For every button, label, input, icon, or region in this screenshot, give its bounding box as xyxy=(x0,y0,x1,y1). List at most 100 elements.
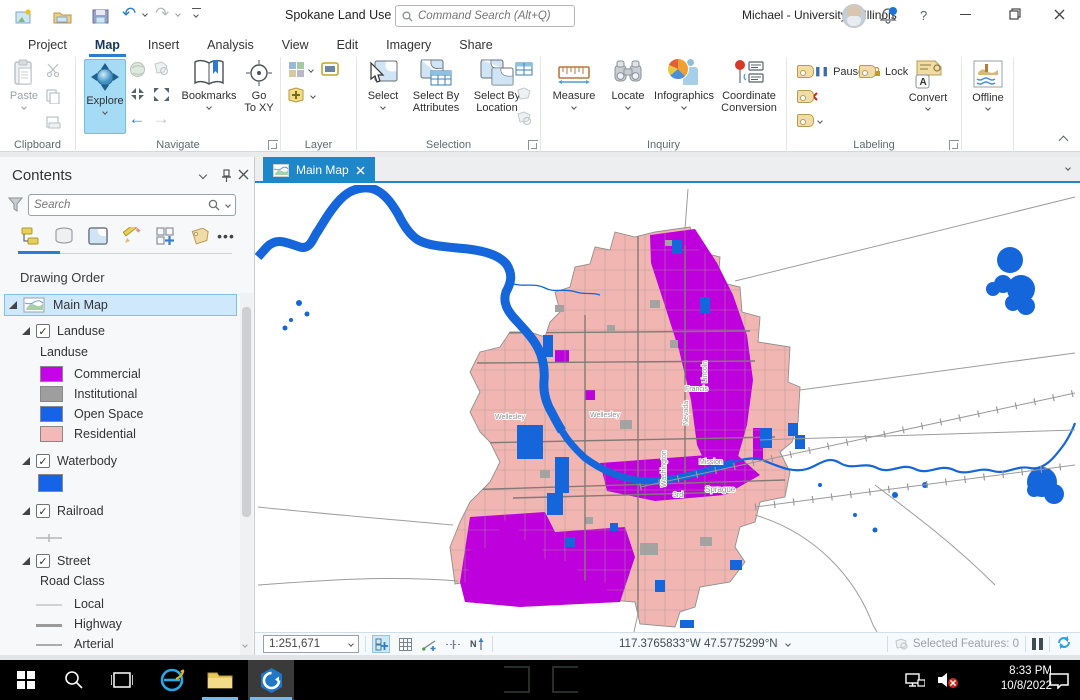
convert-labels-button[interactable]: A Convert xyxy=(903,59,953,110)
selection-launcher[interactable] xyxy=(528,140,538,150)
close-tab-icon[interactable] xyxy=(356,166,365,175)
infographics-button[interactable]: Infographics xyxy=(653,59,715,109)
full-extent-icon[interactable] xyxy=(128,61,146,77)
lock-labeling-button[interactable]: Lock xyxy=(859,65,908,78)
constraints-icon[interactable] xyxy=(420,635,438,653)
customize-qat-chevron[interactable] xyxy=(193,12,199,18)
tab-share[interactable]: Share xyxy=(445,34,506,57)
selection-zoom-icon[interactable] xyxy=(515,110,533,126)
copy-icon[interactable] xyxy=(44,88,62,104)
notifications-bell-icon[interactable] xyxy=(880,7,898,27)
map-view-tab[interactable]: Main Map xyxy=(263,157,375,183)
action-center-icon[interactable] xyxy=(1042,660,1076,700)
coordinate-conversion-button[interactable]: Coordinate Conversion xyxy=(717,59,781,114)
railroad-checkbox[interactable]: ✓ xyxy=(36,504,50,518)
close-button[interactable] xyxy=(1044,2,1074,26)
grid-icon[interactable] xyxy=(396,635,414,653)
contents-scrollbar-thumb[interactable] xyxy=(242,307,251,517)
file-explorer-icon[interactable] xyxy=(198,660,242,700)
command-search-input[interactable] xyxy=(418,10,558,22)
measure-button[interactable]: Measure xyxy=(547,59,601,109)
list-by-snapping-icon[interactable] xyxy=(154,225,178,247)
commercial-swatch[interactable] xyxy=(40,366,63,382)
redo-button[interactable]: ↷ xyxy=(155,5,169,23)
next-extent-icon[interactable]: → xyxy=(152,111,170,127)
tab-list-chevron-icon[interactable] xyxy=(1065,165,1071,171)
previous-extent-icon[interactable]: ← xyxy=(128,111,146,127)
volume-muted-icon[interactable] xyxy=(932,660,964,700)
new-project-icon[interactable] xyxy=(14,6,34,26)
zoom-to-selection-icon[interactable] xyxy=(152,61,170,77)
add-preset-icon[interactable] xyxy=(321,61,339,77)
tab-map[interactable]: Map xyxy=(81,34,134,57)
labeling-launcher[interactable] xyxy=(949,140,959,150)
tree-item-main-map[interactable]: Main Map xyxy=(4,294,237,316)
bookmarks-button[interactable]: Bookmarks xyxy=(178,59,240,109)
local-symbol[interactable] xyxy=(36,604,62,606)
waterbody-checkbox[interactable]: ✓ xyxy=(36,454,50,468)
institutional-swatch[interactable] xyxy=(40,386,63,402)
fixed-zoom-in-icon[interactable] xyxy=(128,86,146,102)
copy-path-icon[interactable] xyxy=(44,114,62,130)
basemap-icon[interactable] xyxy=(287,61,305,77)
increments-icon[interactable] xyxy=(444,635,462,653)
arcgis-pro-taskbar-active[interactable] xyxy=(248,660,294,700)
contents-search[interactable] xyxy=(28,194,236,216)
customize-qat-icon[interactable] xyxy=(192,8,201,9)
account-name[interactable]: Michael - University of Illinois xyxy=(742,8,897,22)
highway-symbol[interactable] xyxy=(36,624,62,627)
list-by-visibility-icon[interactable] xyxy=(86,225,110,247)
navigate-launcher[interactable] xyxy=(268,140,278,150)
tab-edit[interactable]: Edit xyxy=(323,34,373,57)
list-by-drawing-order-icon[interactable] xyxy=(18,225,42,247)
go-to-xy-button[interactable]: Go To XY xyxy=(242,59,276,114)
refresh-icon[interactable] xyxy=(1056,635,1072,653)
scale-combo[interactable]: 1:251,671 xyxy=(263,635,359,653)
paste-button[interactable]: Paste xyxy=(6,59,42,109)
explore-button[interactable]: Explore xyxy=(84,59,126,134)
fixed-zoom-out-icon[interactable] xyxy=(152,86,170,102)
contents-more-icon[interactable]: ••• xyxy=(214,225,238,247)
add-data-dropdown-icon[interactable] xyxy=(310,93,316,99)
snapping-icon[interactable] xyxy=(372,635,390,653)
pause-labeling-button[interactable]: ❚❚ Pause xyxy=(797,65,864,78)
clear-selection-icon[interactable] xyxy=(515,86,533,102)
start-button[interactable] xyxy=(4,660,48,700)
tab-project[interactable]: Project xyxy=(14,34,81,57)
task-view-icon[interactable] xyxy=(100,660,144,700)
redo-dropdown-icon[interactable] xyxy=(175,11,181,17)
tree-item-waterbody[interactable]: ✓ Waterbody xyxy=(4,450,237,472)
select-by-attributes-button[interactable]: Select By Attributes xyxy=(405,59,467,114)
minimize-button[interactable] xyxy=(950,2,980,26)
tree-item-landuse[interactable]: ✓ Landuse xyxy=(4,320,237,342)
waterbody-swatch[interactable] xyxy=(38,474,63,492)
cut-icon[interactable] xyxy=(44,62,62,78)
tree-item-street[interactable]: ✓ Street xyxy=(4,550,237,572)
filter-icon[interactable] xyxy=(8,197,23,215)
more-labeling-button[interactable] xyxy=(797,114,822,127)
save-project-icon[interactable] xyxy=(90,6,110,26)
pin-icon[interactable] xyxy=(220,169,232,185)
locate-button[interactable]: Locate xyxy=(605,59,651,109)
help-button[interactable]: ? xyxy=(920,8,927,23)
railroad-symbol[interactable] xyxy=(36,531,62,545)
undo-button[interactable]: ↶ xyxy=(122,5,136,23)
residential-swatch[interactable] xyxy=(40,426,63,442)
coordinates-readout[interactable]: 117.3765833°W 47.5775299°N xyxy=(619,638,790,650)
landuse-checkbox[interactable]: ✓ xyxy=(36,324,50,338)
tab-imagery[interactable]: Imagery xyxy=(372,34,445,57)
add-data-icon[interactable] xyxy=(287,87,305,103)
arterial-symbol[interactable] xyxy=(36,644,62,646)
contents-menu-chevron-icon[interactable] xyxy=(199,171,207,179)
undo-dropdown-icon[interactable] xyxy=(142,11,148,17)
offline-button[interactable]: Offline xyxy=(967,59,1009,110)
list-by-editing-icon[interactable] xyxy=(120,225,144,247)
avatar[interactable] xyxy=(842,4,866,28)
taskbar-search-icon[interactable] xyxy=(52,660,96,700)
street-checkbox[interactable]: ✓ xyxy=(36,554,50,568)
north-arrow-icon[interactable]: N xyxy=(468,635,486,653)
internet-explorer-icon[interactable] xyxy=(150,660,194,700)
contents-search-input[interactable] xyxy=(34,199,208,211)
tab-view[interactable]: View xyxy=(268,34,323,57)
tab-analysis[interactable]: Analysis xyxy=(193,34,268,57)
